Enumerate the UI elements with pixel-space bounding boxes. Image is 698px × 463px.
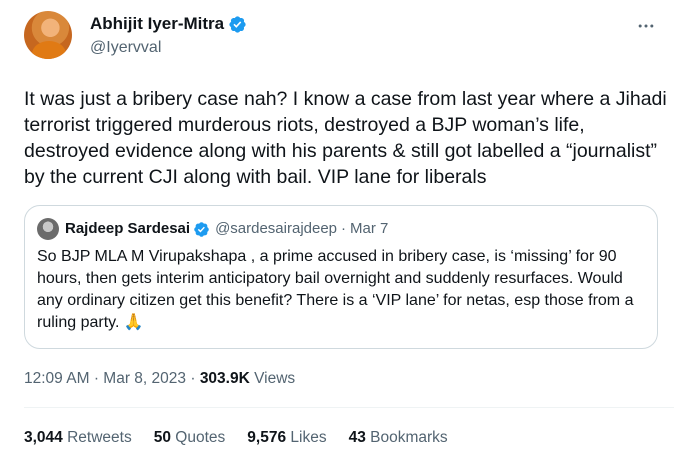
quoted-tweet-header: Rajdeep Sardesai @sardesairajdeep · Mar … xyxy=(37,218,388,240)
quoted-author-name[interactable]: Rajdeep Sardesai xyxy=(65,219,190,239)
separator-dot: · xyxy=(93,370,99,387)
verified-badge-icon xyxy=(229,15,246,33)
tweet-time[interactable]: 12:09 AM xyxy=(24,370,90,387)
author-name[interactable]: Abhijit Iyer-Mitra xyxy=(90,14,224,34)
bookmarks-label: Bookmarks xyxy=(370,429,448,446)
separator-dot: · xyxy=(341,220,347,237)
bookmarks-count: 43 xyxy=(348,429,366,446)
more-horizontal-icon xyxy=(638,24,654,28)
retweets-stat[interactable]: 3,044 Retweets xyxy=(24,428,132,448)
divider xyxy=(24,407,674,408)
likes-stat[interactable]: 9,576 Likes xyxy=(247,428,326,448)
separator-dot: · xyxy=(190,370,196,387)
quotes-label: Quotes xyxy=(175,429,226,446)
bookmarks-stat[interactable]: 43 Bookmarks xyxy=(349,428,448,448)
retweets-label: Retweets xyxy=(67,429,132,446)
more-options-button[interactable] xyxy=(634,14,658,38)
tweet-meta: 12:09 AM · Mar 8, 2023 · 303.9K Views xyxy=(24,369,295,389)
quoted-author-handle[interactable]: @sardesairajdeep xyxy=(215,219,337,239)
quoted-author-avatar[interactable] xyxy=(37,218,59,240)
author-handle[interactable]: @Iyervval xyxy=(90,38,161,58)
quoted-tweet[interactable]: Rajdeep Sardesai @sardesairajdeep · Mar … xyxy=(24,205,658,349)
tweet-date[interactable]: Mar 8, 2023 xyxy=(103,370,186,387)
quoted-tweet-text: So BJP MLA M Virupakshapa , a prime accu… xyxy=(37,248,634,331)
quotes-count: 50 xyxy=(153,429,171,446)
tweet: Abhijit Iyer-Mitra @Iyervval It was just… xyxy=(0,0,698,463)
author-avatar[interactable] xyxy=(24,11,72,59)
verified-badge-icon xyxy=(194,221,209,237)
engagement-stats: 3,044 Retweets 50 Quotes 9,576 Likes 43 … xyxy=(24,428,448,448)
views-count: 303.9K xyxy=(199,370,250,387)
likes-label: Likes xyxy=(290,429,327,446)
author-name-row[interactable]: Abhijit Iyer-Mitra xyxy=(90,14,247,34)
quoted-tweet-date[interactable]: Mar 7 xyxy=(350,219,388,239)
likes-count: 9,576 xyxy=(247,429,287,446)
quotes-stat[interactable]: 50 Quotes xyxy=(154,428,226,448)
views-label: Views xyxy=(254,370,296,387)
retweets-count: 3,044 xyxy=(24,429,63,446)
tweet-text: It was just a bribery case nah? I know a… xyxy=(24,88,667,188)
